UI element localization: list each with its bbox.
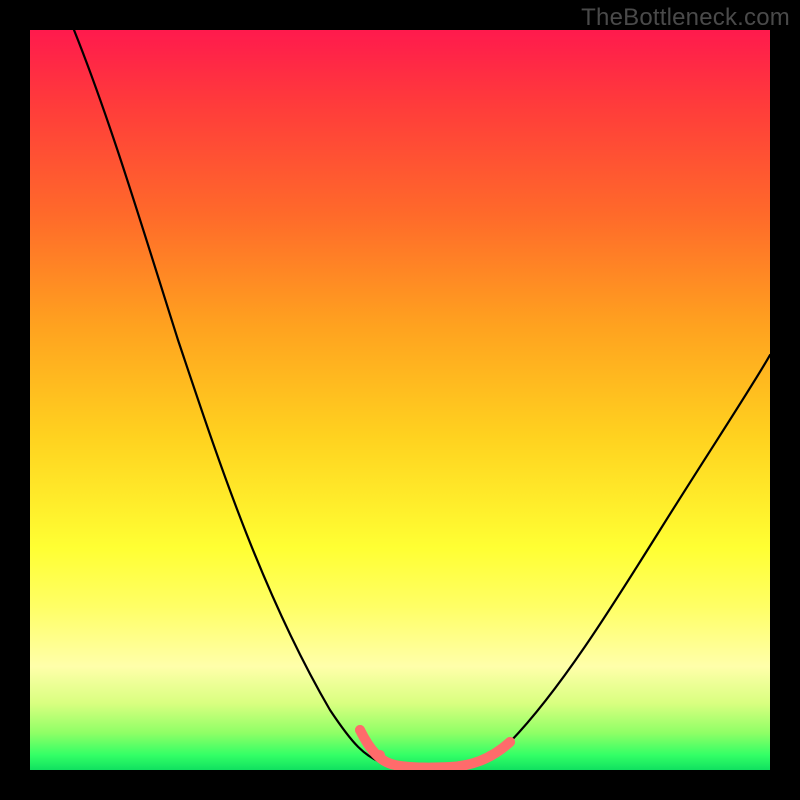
plot-area — [30, 30, 770, 770]
highlight-dot — [485, 751, 495, 761]
highlight-dot — [375, 750, 385, 760]
watermark-text: TheBottleneck.com — [581, 4, 790, 32]
chart-frame: TheBottleneck.com — [0, 0, 800, 800]
highlight-dot — [355, 725, 365, 735]
highlight-dot — [505, 737, 515, 747]
curve-svg — [30, 30, 770, 770]
highlight-flat-bottom — [360, 730, 510, 768]
bottleneck-curve — [74, 30, 770, 768]
